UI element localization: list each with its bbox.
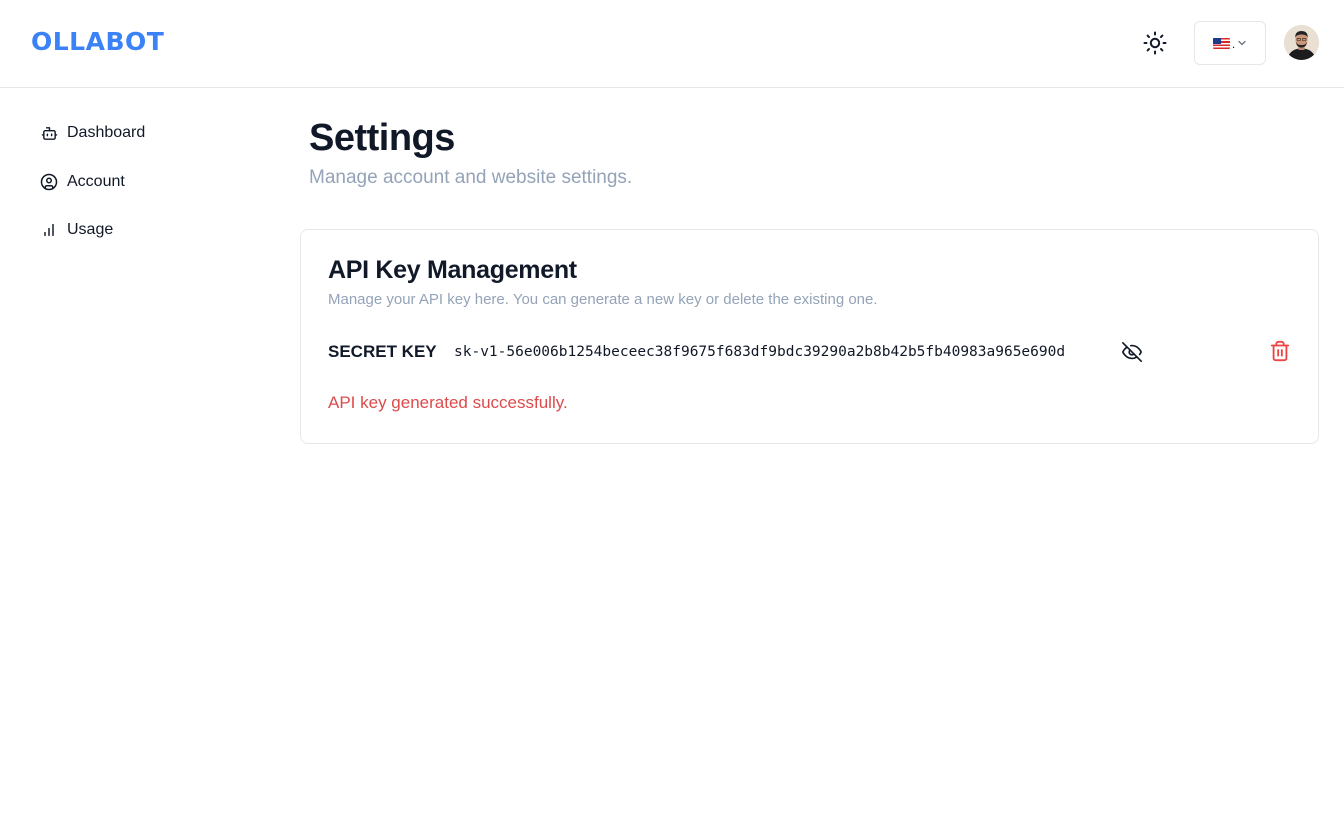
sun-icon: [1143, 31, 1167, 55]
trash-icon: [1270, 340, 1290, 362]
bar-chart-icon: [40, 221, 58, 239]
us-flag-icon: [1212, 37, 1230, 49]
api-key-card: API Key Management Manage your API key h…: [300, 229, 1319, 444]
robot-icon: [40, 124, 58, 142]
theme-toggle-button[interactable]: [1140, 28, 1170, 58]
status-message: API key generated successfully.: [328, 393, 568, 412]
sidebar-item-label: Usage: [67, 221, 114, 238]
secret-key-label: SECRET KEY: [328, 342, 437, 361]
sidebar-item-dashboard[interactable]: Dashboard: [40, 121, 145, 145]
sidebar-item-label: Account: [67, 173, 125, 190]
app-logo[interactable]: OLLABOT: [31, 28, 164, 56]
language-selected-text: .: [1231, 37, 1236, 51]
language-select[interactable]: .: [1194, 21, 1266, 65]
sidebar-item-label: Dashboard: [67, 124, 146, 141]
user-avatar[interactable]: [1284, 25, 1319, 60]
page-subtitle: Manage account and website settings.: [309, 167, 633, 188]
chevron-down-icon: [1238, 40, 1246, 46]
toggle-key-visibility-button[interactable]: [1120, 340, 1144, 364]
page-title: Settings: [309, 117, 455, 159]
avatar-image: [1284, 25, 1319, 60]
card-title: API Key Management: [328, 256, 577, 284]
delete-key-button[interactable]: [1268, 339, 1292, 363]
top-header: OLLABOT .: [0, 0, 1344, 88]
eye-off-icon: [1122, 342, 1142, 362]
sidebar-item-account[interactable]: Account: [40, 170, 125, 194]
sidebar-item-usage[interactable]: Usage: [40, 218, 113, 242]
user-circle-icon: [40, 173, 58, 191]
secret-key-value[interactable]: sk-v1-56e006b1254beceec38f9675f683df9bdc…: [454, 342, 1065, 362]
card-description: Manage your API key here. You can genera…: [328, 291, 878, 308]
